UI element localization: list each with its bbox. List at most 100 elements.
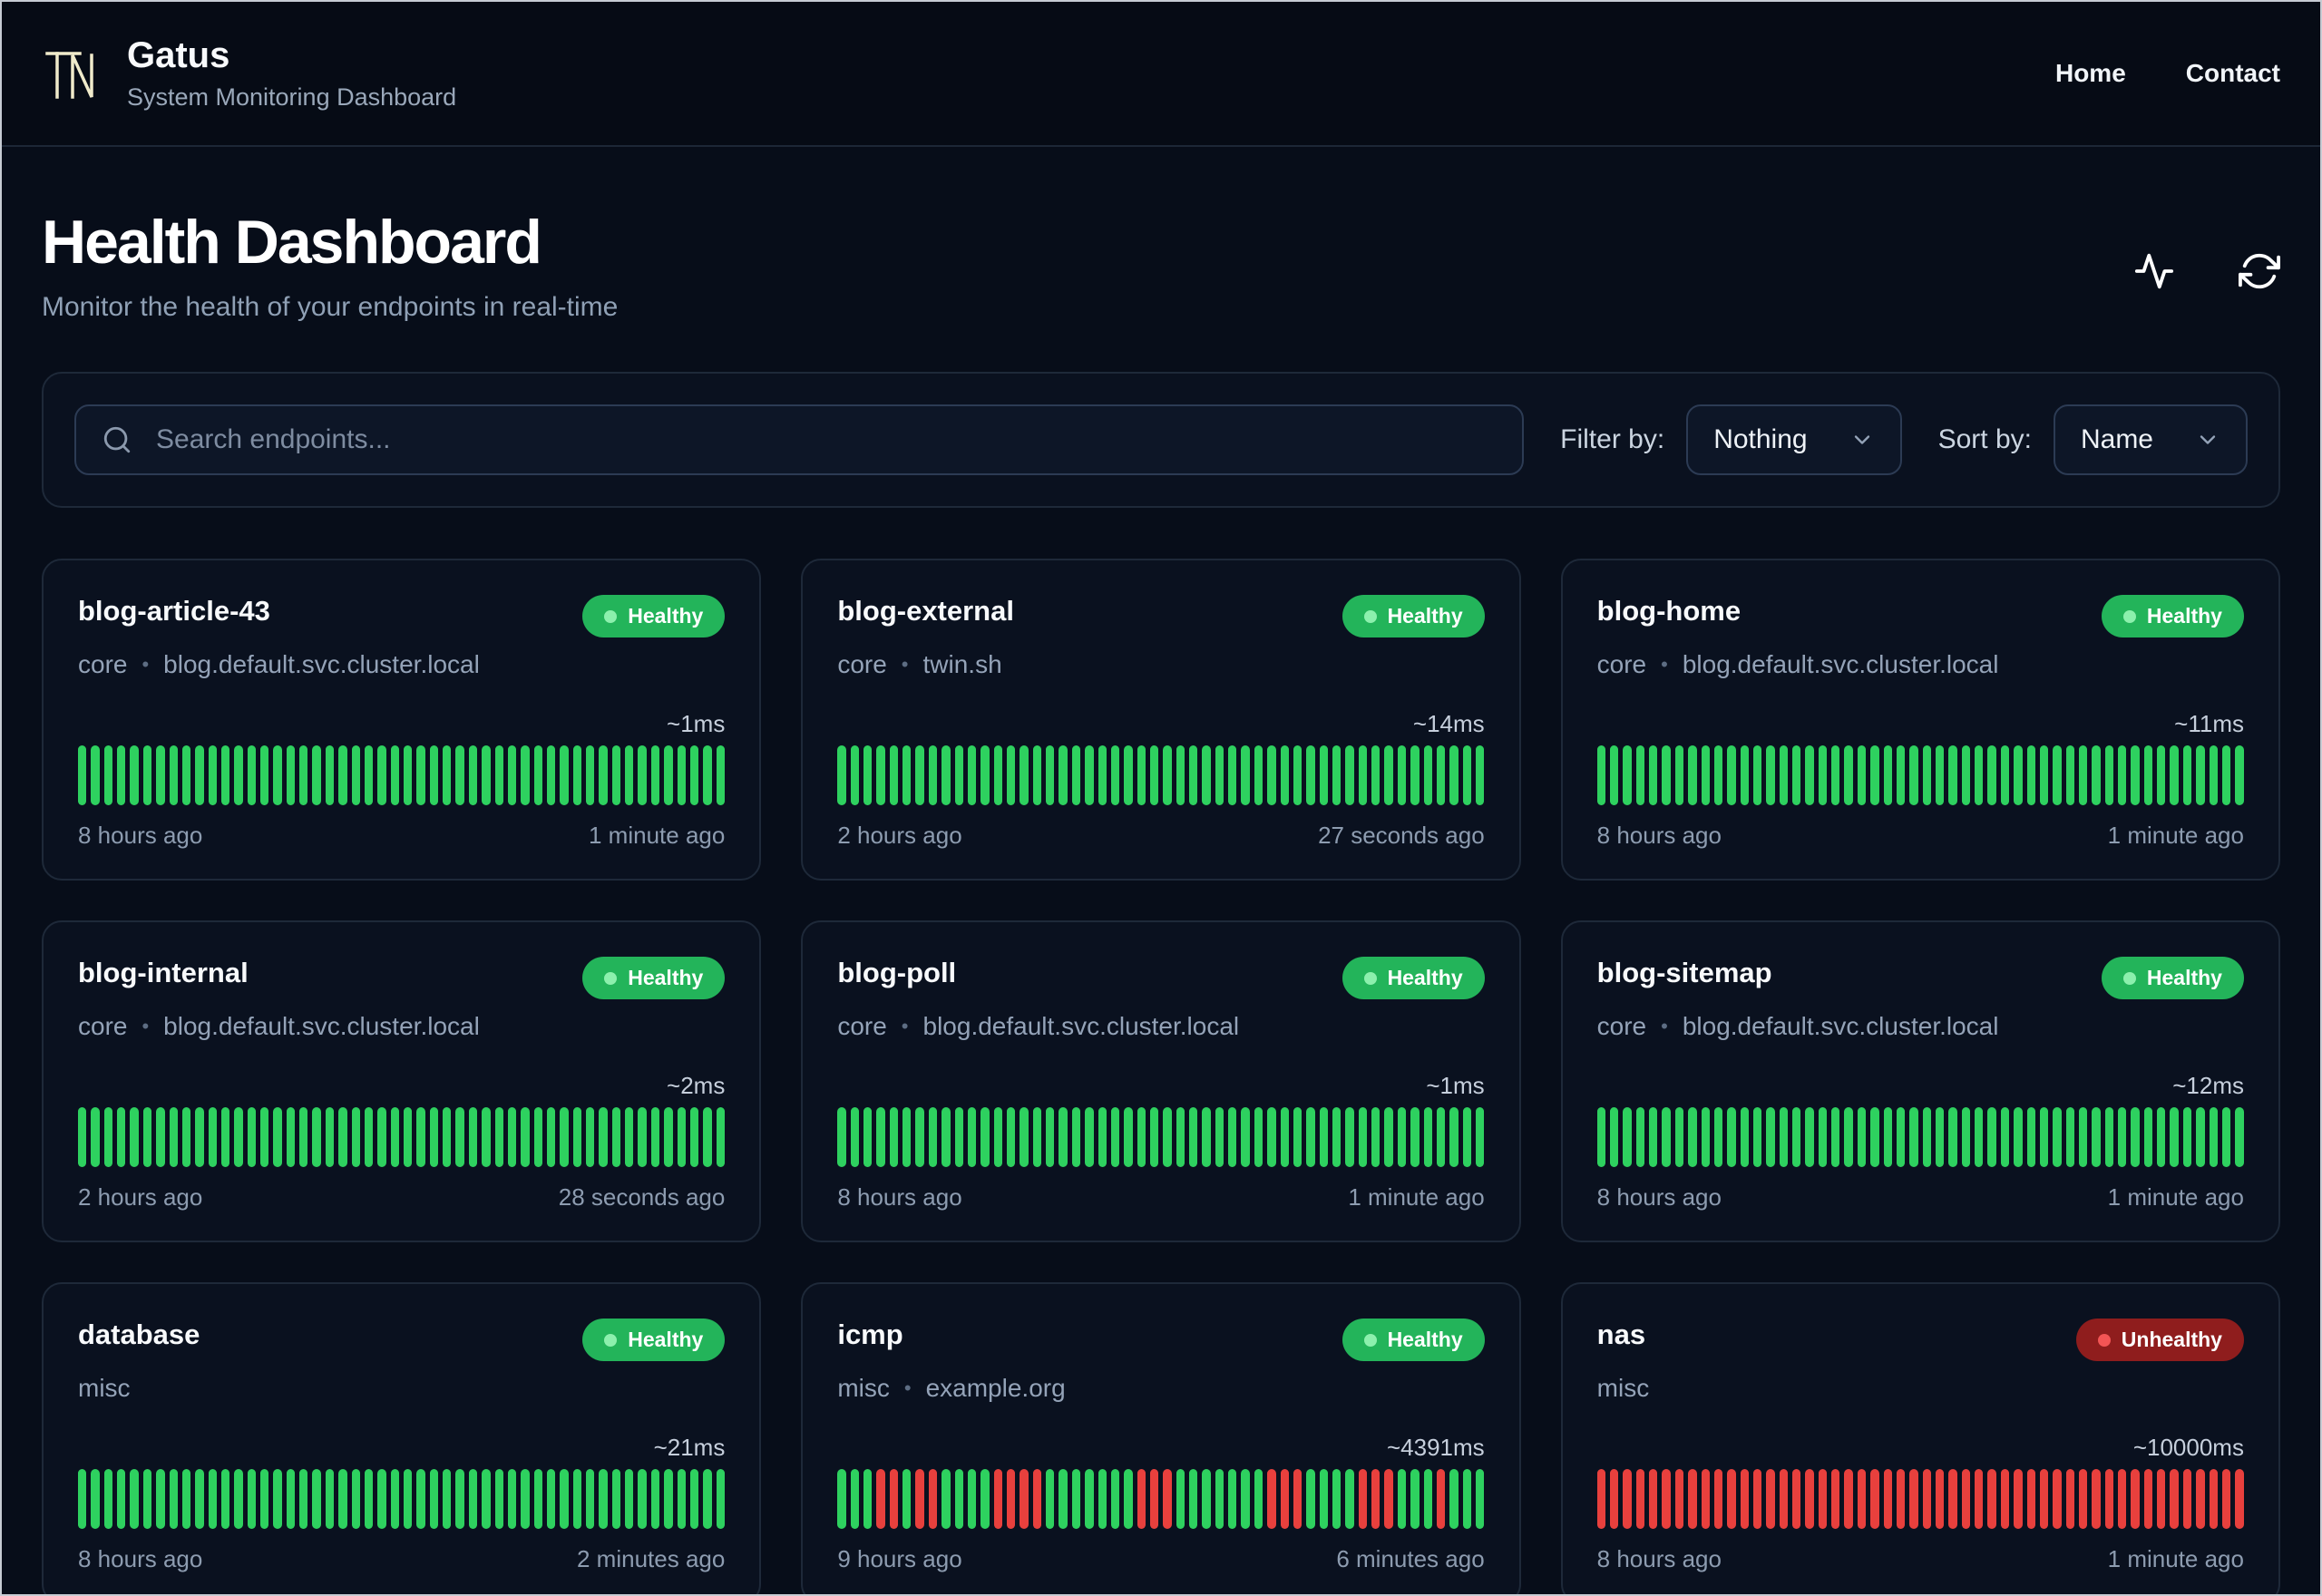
brand[interactable]: Gatus System Monitoring Dashboard xyxy=(42,35,456,112)
uptime-bar xyxy=(2143,745,2153,805)
uptime-bar xyxy=(1688,745,1697,805)
uptime-bar xyxy=(416,1107,425,1167)
uptime-bar xyxy=(850,745,860,805)
endpoint-card[interactable]: blog-internal Healthy core • blog.defaul… xyxy=(42,920,762,1242)
latency-value: ~1ms xyxy=(1426,1072,1485,1099)
uptime-bar xyxy=(1975,1469,1984,1529)
uptime-bar xyxy=(1358,1469,1368,1529)
uptime-bar xyxy=(1475,1107,1485,1167)
uptime-bar xyxy=(1740,745,1749,805)
uptime-bar xyxy=(78,745,87,805)
endpoint-meta: misc xyxy=(78,1374,725,1403)
sort-select[interactable]: Name xyxy=(2053,404,2248,475)
status-label: Healthy xyxy=(628,604,704,628)
uptime-bar xyxy=(1007,1107,1016,1167)
uptime-bar xyxy=(2235,1107,2244,1167)
uptime-bar xyxy=(664,1469,673,1529)
uptime-bar xyxy=(1883,1469,1892,1529)
uptime-bar xyxy=(1149,1469,1159,1529)
window-end: 1 minute ago xyxy=(1348,1183,1485,1211)
endpoint-host: twin.sh xyxy=(922,650,1002,678)
window-start: 8 hours ago xyxy=(1596,822,1722,849)
uptime-bar xyxy=(1215,1107,1224,1167)
uptime-bar xyxy=(91,1469,100,1529)
uptime-bars xyxy=(78,1107,725,1167)
uptime-bar xyxy=(1623,745,1632,805)
endpoint-group: core xyxy=(837,650,887,678)
uptime-bar xyxy=(1818,745,1828,805)
endpoint-meta: misc • example.org xyxy=(837,1374,1484,1403)
uptime-bar xyxy=(1449,1107,1459,1167)
uptime-bar xyxy=(1423,745,1432,805)
endpoint-card[interactable]: icmp Healthy misc • example.org ~4391ms … xyxy=(801,1282,1521,1594)
endpoint-meta: misc xyxy=(1597,1374,2244,1403)
uptime-bar xyxy=(599,1469,608,1529)
endpoint-card[interactable]: blog-sitemap Healthy core • blog.default… xyxy=(1560,920,2280,1242)
uptime-bar xyxy=(611,1107,621,1167)
uptime-bar xyxy=(1098,1107,1107,1167)
uptime-bar xyxy=(1727,1107,1736,1167)
uptime-bar xyxy=(1831,745,1840,805)
uptime-bar xyxy=(494,745,503,805)
uptime-bar xyxy=(1766,1107,1775,1167)
uptime-bar xyxy=(1098,745,1107,805)
endpoint-card[interactable]: blog-external Healthy core • twin.sh ~14… xyxy=(801,559,1521,881)
uptime-bar xyxy=(156,1107,165,1167)
uptime-bar xyxy=(638,745,647,805)
uptime-bar xyxy=(1345,745,1354,805)
uptime-bar xyxy=(234,745,243,805)
uptime-bar xyxy=(664,1107,673,1167)
uptime-bar xyxy=(78,1469,87,1529)
uptime-bar xyxy=(1857,1107,1867,1167)
uptime-bar xyxy=(2039,1469,2049,1529)
uptime-bar xyxy=(220,1107,230,1167)
uptime-bar xyxy=(2053,745,2062,805)
uptime-bar xyxy=(1046,1107,1055,1167)
uptime-bar xyxy=(1046,1469,1055,1529)
uptime-bar xyxy=(650,745,660,805)
uptime-bar xyxy=(2026,1107,2035,1167)
nav-contact[interactable]: Contact xyxy=(2186,59,2280,88)
uptime-bar xyxy=(325,745,335,805)
uptime-bar xyxy=(2014,1107,2023,1167)
filter-select[interactable]: Nothing xyxy=(1686,404,1902,475)
app-name: Gatus xyxy=(127,35,230,75)
uptime-bar xyxy=(1752,745,1762,805)
uptime-bar xyxy=(941,745,951,805)
status-label: Healthy xyxy=(628,1328,704,1351)
uptime-bar xyxy=(273,745,282,805)
uptime-bar xyxy=(1358,745,1368,805)
endpoint-card[interactable]: blog-article-43 Healthy core • blog.defa… xyxy=(42,559,762,881)
meta-separator: • xyxy=(903,1377,912,1399)
uptime-bar xyxy=(468,1469,478,1529)
uptime-bar xyxy=(1202,745,1211,805)
status-badge: Healthy xyxy=(582,595,726,637)
uptime-bar xyxy=(1713,745,1723,805)
endpoint-card[interactable]: database Healthy misc ~21ms 8 hours ago … xyxy=(42,1282,762,1594)
endpoint-card[interactable]: blog-home Healthy core • blog.default.sv… xyxy=(1560,559,2280,881)
uptime-bar xyxy=(403,745,413,805)
uptime-bar xyxy=(338,1469,347,1529)
endpoint-card[interactable]: nas Unhealthy misc ~10000ms 8 hours ago … xyxy=(1560,1282,2280,1594)
uptime-bar xyxy=(351,745,360,805)
activity-icon[interactable] xyxy=(2133,250,2175,292)
uptime-bar xyxy=(1857,745,1867,805)
uptime-bar xyxy=(1623,1107,1632,1167)
endpoint-card[interactable]: blog-poll Healthy core • blog.default.sv… xyxy=(801,920,1521,1242)
uptime-bar xyxy=(650,1469,660,1529)
gatus-logo-icon xyxy=(45,52,93,99)
uptime-bar xyxy=(1792,745,1801,805)
nav-home[interactable]: Home xyxy=(2055,59,2126,88)
uptime-bar xyxy=(2131,745,2140,805)
uptime-bar xyxy=(1267,1107,1276,1167)
uptime-bar xyxy=(2014,745,2023,805)
uptime-bar xyxy=(1766,745,1775,805)
uptime-bar xyxy=(181,1469,191,1529)
card-header: blog-home Healthy xyxy=(1597,595,2244,637)
uptime-bar xyxy=(1948,1469,1957,1529)
uptime-bar xyxy=(260,1469,269,1529)
uptime-bar xyxy=(716,745,725,805)
search-input[interactable] xyxy=(74,404,1525,475)
uptime-bar xyxy=(993,745,1002,805)
refresh-icon[interactable] xyxy=(2239,250,2280,292)
